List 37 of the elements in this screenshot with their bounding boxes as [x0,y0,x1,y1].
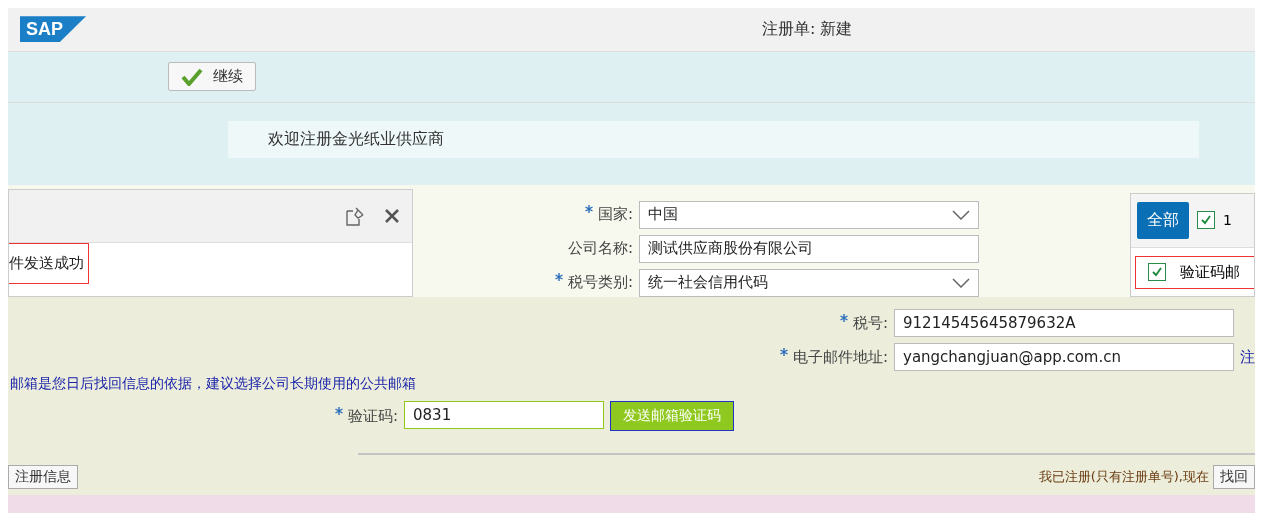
registration-info-button[interactable]: 注册信息 [8,465,78,489]
field-label: 税号: [8,313,888,333]
checkmark-icon [1151,266,1163,279]
email-hint: 邮箱是您日后找回信息的依据，建议选择公司长期使用的公共邮箱 [9,374,417,393]
count-text: 1 [1223,212,1232,229]
continue-button[interactable]: 继续 [168,62,256,92]
chevron-down-icon [952,277,970,288]
field-label: 公司名称: [566,239,633,259]
field-label: 电子邮件地址: [8,347,888,367]
field-label: 国家: [413,205,633,225]
field-label: 验证码: [8,406,398,426]
check-icon [181,67,203,86]
select-field[interactable]: 中国 [639,200,979,229]
note-text: 注 [1240,347,1256,367]
asterisk-icon [779,347,788,356]
checkmark-icon [1200,214,1212,227]
input-field[interactable]: 测试供应商股份有限公司 [639,234,979,263]
checkbox[interactable] [1148,263,1166,282]
all-button[interactable]: 全部 [1137,201,1189,239]
logo: SAP [20,16,86,43]
registered-text: 我已注册(只有注册单号),现在 [1038,468,1209,486]
field-label: 税号类别: [413,273,633,293]
input-field[interactable]: yangchangjuan@app.com.cn [894,343,1234,371]
chevron-down-icon [952,209,970,220]
retrieve-button[interactable]: 找回 [1213,465,1255,489]
checkbox[interactable] [1197,211,1215,230]
input-field[interactable]: 91214545645879632A [894,309,1234,337]
page-title: 注册单: 新建 [761,18,854,40]
asterisk-icon [839,313,848,322]
asterisk-icon [554,273,563,282]
close-icon[interactable] [384,207,400,224]
welcome-text: 欢迎注册金光纸业供应商 [228,120,1199,158]
asterisk-icon [334,406,343,415]
captcha-field[interactable]: 0831 [404,401,604,429]
message-text: 件发送成功 [9,242,89,284]
asterisk-icon [584,205,593,214]
select-field[interactable]: 统一社会信用代码 [639,268,979,297]
